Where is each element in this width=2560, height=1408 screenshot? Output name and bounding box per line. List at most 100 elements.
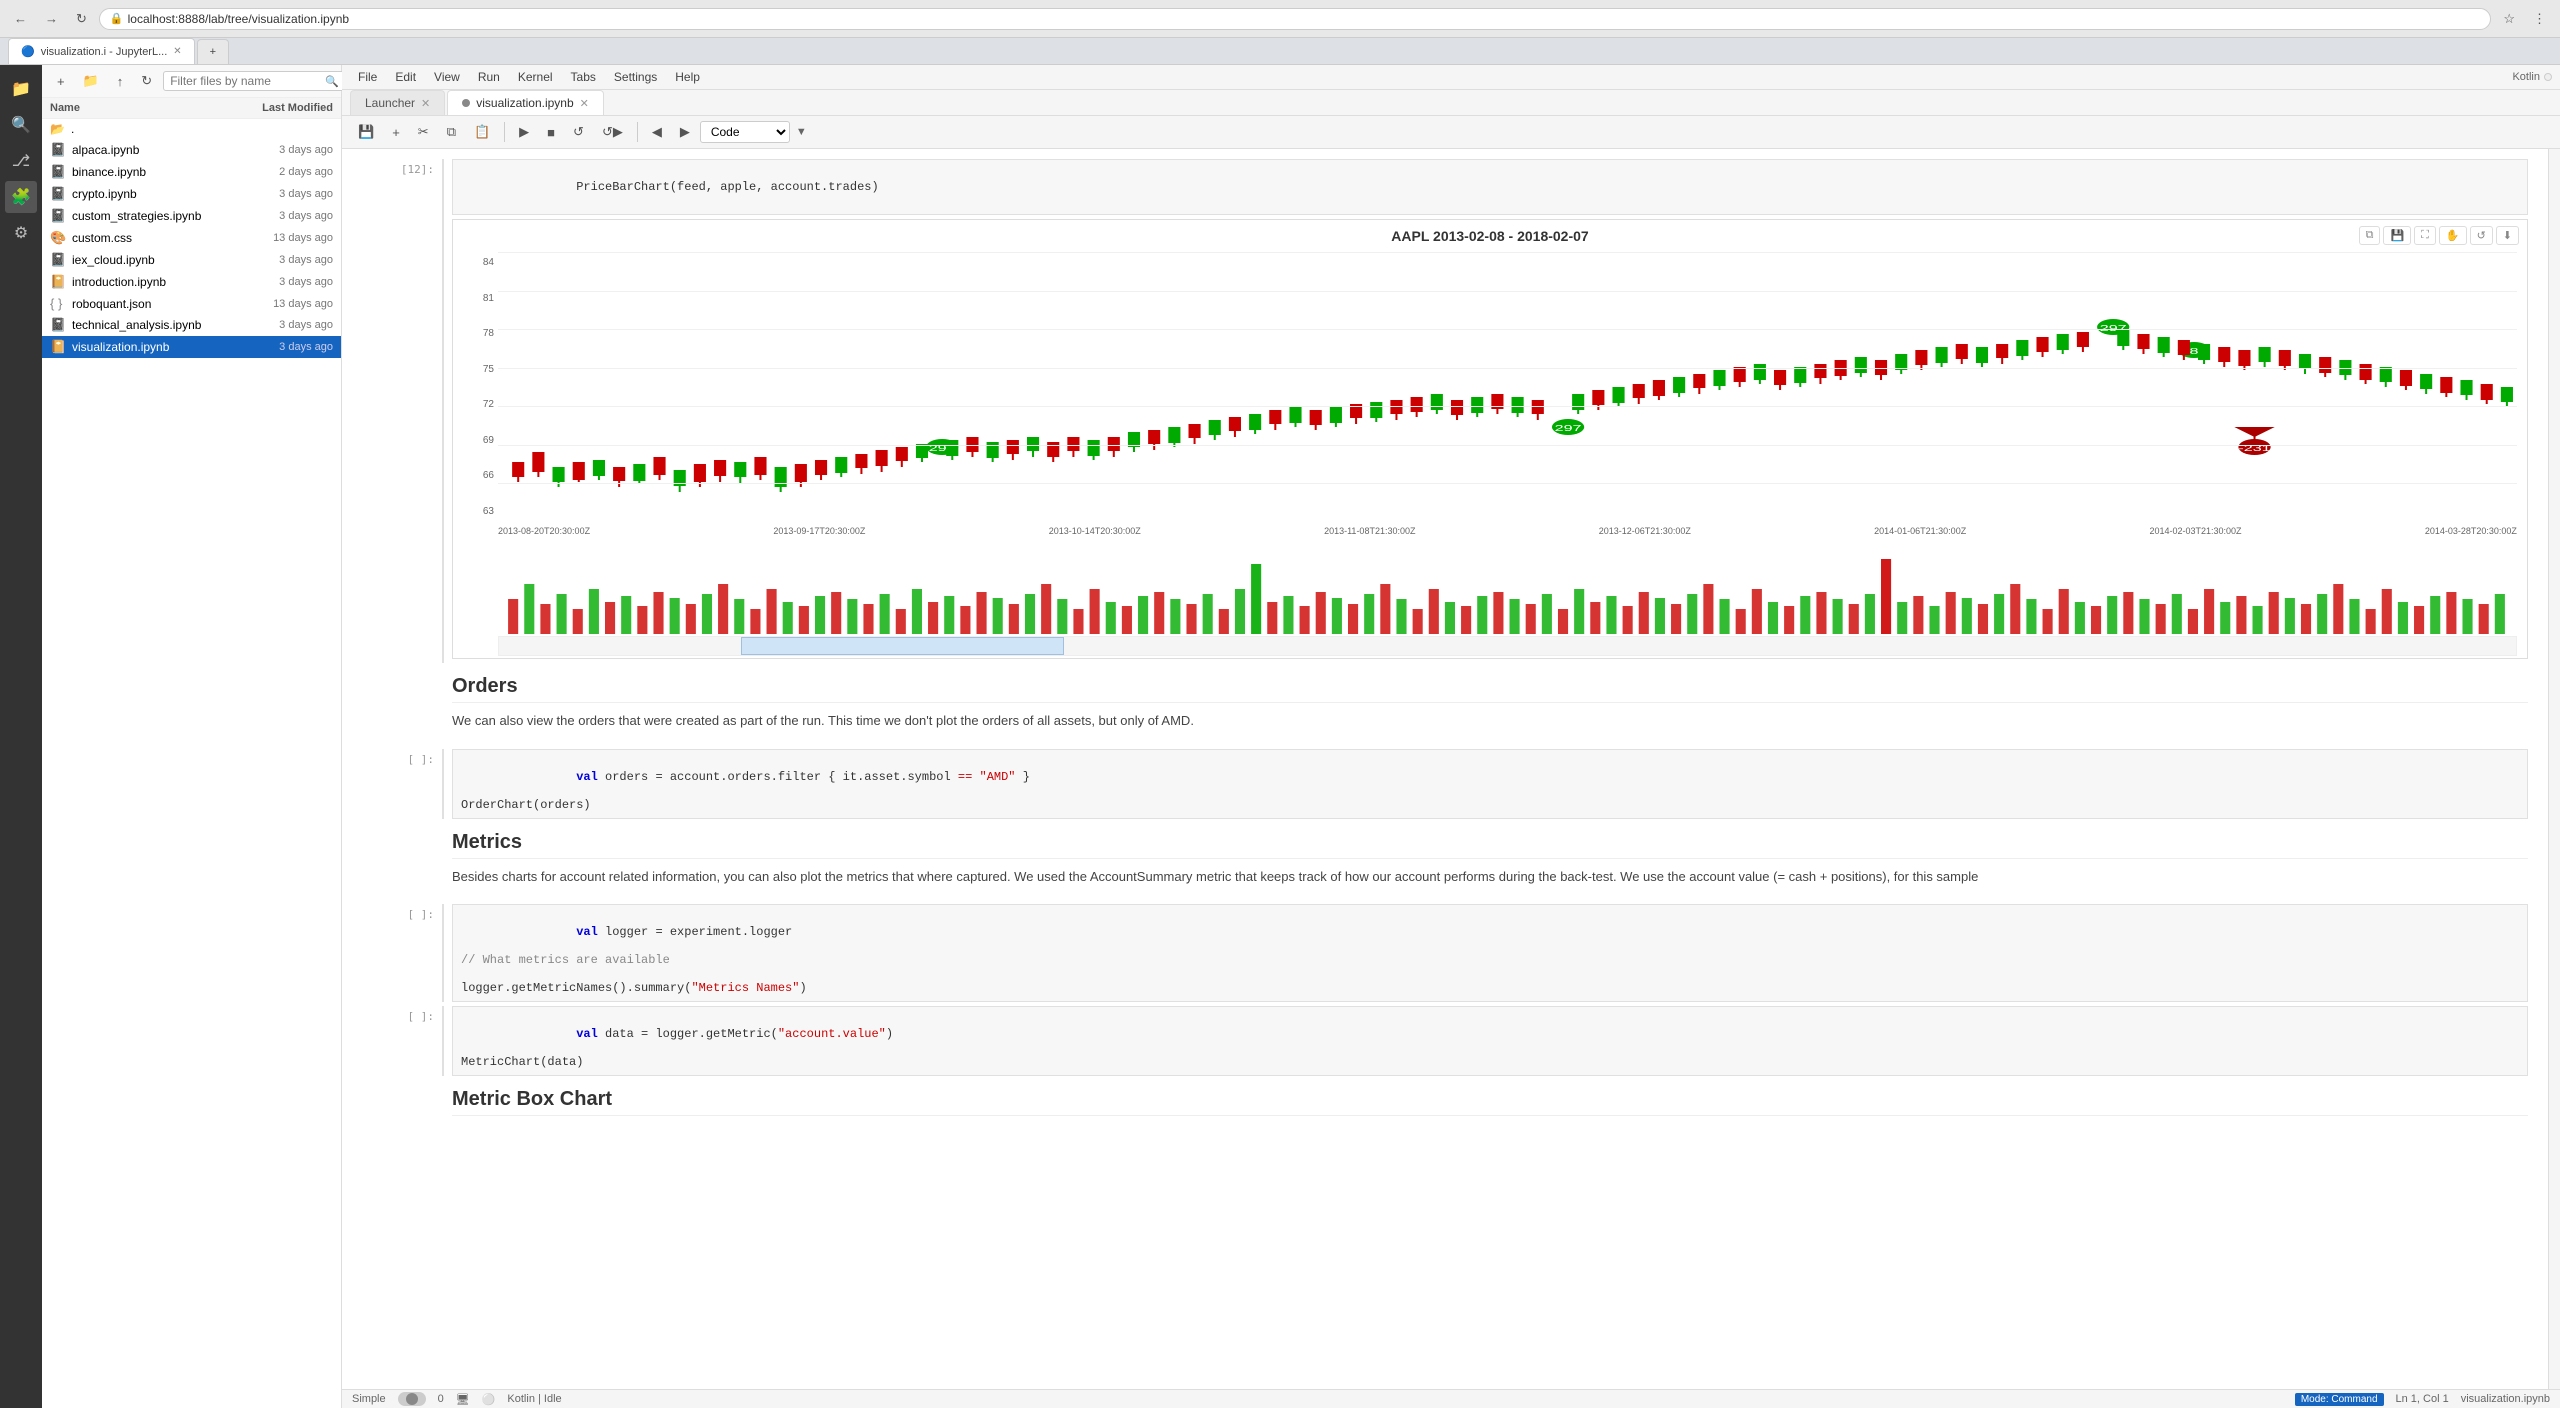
toolbar-sep-1 — [504, 122, 505, 142]
menu-kernel[interactable]: Kernel — [510, 67, 561, 87]
toggle-switch[interactable] — [398, 1392, 426, 1406]
cell-4: [ ]: val data = logger.getMetric("accoun… — [362, 1006, 2528, 1076]
search-input[interactable] — [170, 74, 325, 88]
chart-pan-btn[interactable]: ✋ — [2439, 226, 2467, 245]
volume-chart-area — [453, 554, 2527, 634]
git-icon-btn[interactable]: ⎇ — [5, 145, 37, 177]
prev-cell-button[interactable]: ◀ — [644, 120, 670, 144]
file-toolbar: + 📁 ↑ ↻ 🔍 — [42, 65, 341, 98]
puzzle-icon-btn[interactable]: 🧩 — [5, 181, 37, 213]
refresh-files-button[interactable]: ↻ — [134, 69, 159, 93]
y-63: 63 — [457, 506, 494, 517]
new-file-button[interactable]: + — [50, 70, 72, 93]
search-icon-btn[interactable]: 🔍 — [5, 109, 37, 141]
forward-button[interactable]: → — [39, 8, 64, 29]
file-item-custom_strategies-ipynb[interactable]: 📓 custom_strategies.ipynb 3 days ago — [42, 205, 341, 227]
menu-button[interactable]: ⋮ — [2527, 8, 2552, 30]
chart-scroll-handle[interactable] — [741, 637, 1064, 655]
folder-icon-btn[interactable]: 📁 — [5, 73, 37, 105]
chart-area: 84 81 78 75 72 69 66 63 — [453, 252, 2527, 552]
y-78: 78 — [457, 328, 494, 339]
file-type-icon: { } — [50, 296, 66, 311]
file-item-custom-css[interactable]: 🎨 custom.css 13 days ago — [42, 227, 341, 249]
menu-help[interactable]: Help — [667, 67, 708, 87]
browser-tab-visualization[interactable]: 🔵 visualization.i - JupyterL... ✕ — [8, 38, 195, 64]
metrics-heading: Metrics — [452, 831, 2528, 859]
menu-view[interactable]: View — [426, 67, 468, 87]
menu-run[interactable]: Run — [470, 67, 508, 87]
file-item-technical_analysis-ipynb[interactable]: 📓 technical_analysis.ipynb 3 days ago — [42, 314, 341, 336]
file-name-label: custom_strategies.ipynb — [72, 209, 237, 223]
volume-yaxis — [453, 554, 498, 634]
launcher-tab-close[interactable]: ✕ — [421, 97, 430, 110]
zero-count: 0 — [438, 1393, 444, 1405]
paste-cell-button[interactable]: 📋 — [466, 120, 498, 144]
chart-scroll-bar[interactable] — [498, 636, 2517, 656]
cell-type-select[interactable]: Code Markdown Raw — [700, 121, 790, 143]
chart-refresh-btn[interactable]: ↺ — [2470, 226, 2493, 245]
chart-download-btn[interactable]: ⬇ — [2496, 226, 2519, 245]
browser-bar: ← → ↻ 🔒 localhost:8888/lab/tree/visualiz… — [0, 0, 2560, 38]
visualization-tab-dot — [462, 99, 470, 107]
cell-2-input[interactable]: val orders = account.orders.filter { it.… — [452, 749, 2528, 819]
refresh-button[interactable]: ↻ — [70, 8, 93, 30]
cell-1-input[interactable]: PriceBarChart(feed, apple, account.trade… — [452, 159, 2528, 215]
notebook-area[interactable]: [12]: PriceBarChart(feed, apple, account… — [342, 149, 2548, 1389]
file-panel: + 📁 ↑ ↻ 🔍 Name Last Modified 📂 . 📓 alpac… — [42, 65, 342, 1408]
menu-file[interactable]: File — [350, 67, 385, 87]
right-scrollbar[interactable] — [2548, 149, 2560, 1389]
visualization-tab-close[interactable]: ✕ — [580, 97, 589, 110]
file-item-binance-ipynb[interactable]: 📓 binance.ipynb 2 days ago — [42, 161, 341, 183]
cell-3-input[interactable]: val logger = experiment.logger // What m… — [452, 904, 2528, 1002]
cut-cell-button[interactable]: ✂ — [410, 120, 437, 144]
file-name-label: custom.css — [72, 231, 237, 245]
status-right: Mode: Command Ln 1, Col 1 visualization.… — [2295, 1393, 2550, 1406]
file-item-iex_cloud-ipynb[interactable]: 📓 iex_cloud.ipynb 3 days ago — [42, 249, 341, 271]
file-item-visualization-ipynb[interactable]: 📔 visualization.ipynb 3 days ago — [42, 336, 341, 358]
file-type-icon: 📓 — [50, 142, 66, 158]
status-bar: Simple 0 🖥 ⚪ Kotlin | Idle Mode: Command… — [342, 1389, 2560, 1408]
menu-edit[interactable]: Edit — [387, 67, 424, 87]
restart-run-button[interactable]: ↺▶ — [594, 120, 631, 144]
file-item-introduction-ipynb[interactable]: 📔 introduction.ipynb 3 days ago — [42, 271, 341, 293]
interrupt-button[interactable]: ■ — [539, 121, 563, 144]
tab-close-icon[interactable]: ✕ — [173, 46, 181, 57]
upload-button[interactable]: ↑ — [110, 70, 131, 93]
cell-orders-code: [ ]: val orders = account.orders.filter … — [362, 749, 2528, 819]
file-modified-label: 3 days ago — [243, 210, 333, 222]
menu-settings[interactable]: Settings — [606, 67, 665, 87]
file-modified-label: 3 days ago — [243, 254, 333, 266]
chart-copy-btn[interactable]: ⧉ — [2359, 226, 2381, 245]
file-modified-label: 3 days ago — [243, 188, 333, 200]
settings-icon-btn[interactable]: ⚙ — [5, 217, 37, 249]
cell-2-body: val orders = account.orders.filter { it.… — [442, 749, 2528, 819]
next-cell-button[interactable]: ▶ — [672, 120, 698, 144]
new-folder-button[interactable]: 📁 — [76, 69, 106, 93]
metrics-section: Metrics Besides charts for account relat… — [362, 823, 2528, 901]
save-button[interactable]: 💾 — [350, 120, 382, 144]
chart-plot: 297 297 297 287 — [498, 252, 2517, 522]
notebook-tabs: Launcher ✕ visualization.ipynb ✕ — [342, 90, 2560, 116]
bookmark-button[interactable]: ☆ — [2497, 8, 2521, 30]
search-box[interactable]: 🔍 — [163, 71, 346, 91]
folder-item[interactable]: 📂 . — [42, 119, 341, 139]
status-left: Simple 0 🖥 ⚪ Kotlin | Idle — [352, 1392, 562, 1406]
file-item-roboquant-json[interactable]: { } roboquant.json 13 days ago — [42, 293, 341, 314]
new-tab-button[interactable]: + — [197, 39, 229, 64]
run-button[interactable]: ▶ — [511, 120, 537, 144]
restart-button[interactable]: ↺ — [565, 120, 592, 144]
back-button[interactable]: ← — [8, 8, 33, 29]
tab-visualization[interactable]: visualization.ipynb ✕ — [447, 90, 604, 115]
add-cell-button[interactable]: + — [384, 121, 408, 144]
visualization-tab-label: visualization.ipynb — [476, 96, 573, 110]
chart-save-btn[interactable]: 💾 — [2383, 226, 2411, 245]
file-item-crypto-ipynb[interactable]: 📓 crypto.ipynb 3 days ago — [42, 183, 341, 205]
chart-expand-btn[interactable]: ⛶ — [2414, 226, 2436, 245]
tab-launcher[interactable]: Launcher ✕ — [350, 90, 445, 115]
copy-cell-button[interactable]: ⧉ — [439, 120, 464, 144]
menu-tabs[interactable]: Tabs — [563, 67, 604, 87]
cell-4-input[interactable]: val data = logger.getMetric("account.val… — [452, 1006, 2528, 1076]
cell-1-body: PriceBarChart(feed, apple, account.trade… — [442, 159, 2528, 663]
address-bar[interactable]: 🔒 localhost:8888/lab/tree/visualization.… — [99, 8, 2491, 30]
file-item-alpaca-ipynb[interactable]: 📓 alpaca.ipynb 3 days ago — [42, 139, 341, 161]
